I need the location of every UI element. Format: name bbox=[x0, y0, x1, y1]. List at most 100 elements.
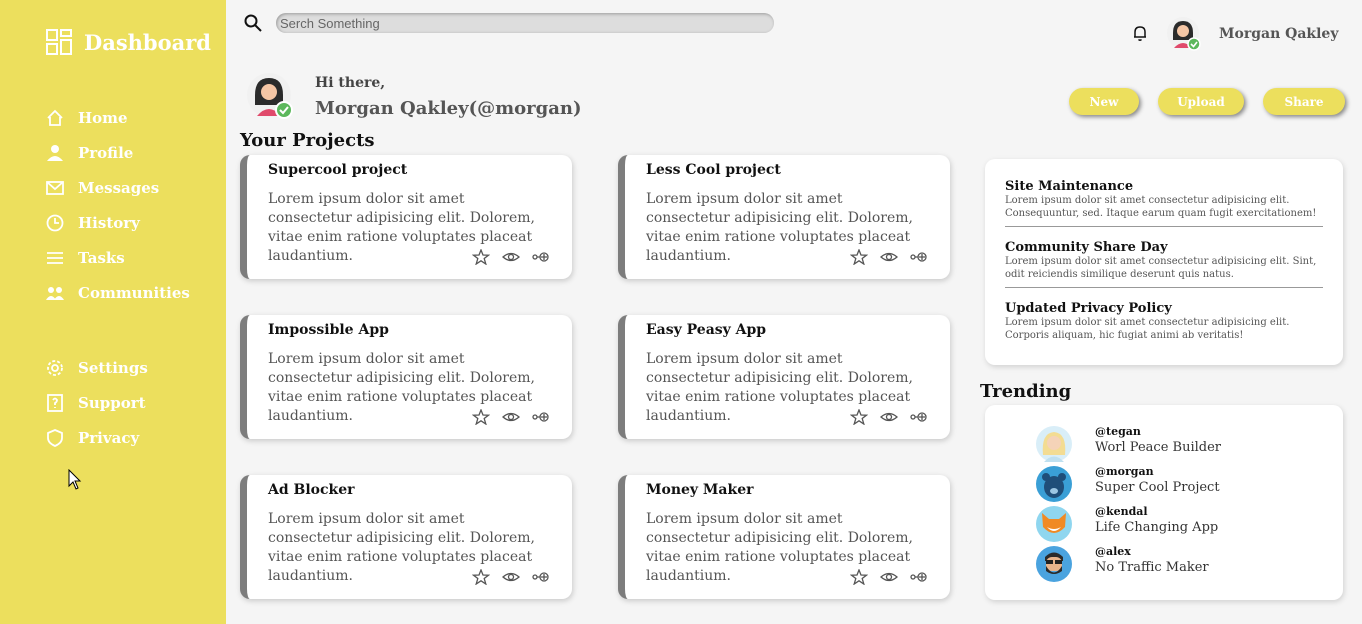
card-actions bbox=[472, 569, 550, 585]
bear-avatar bbox=[1036, 466, 1072, 502]
bell-icon[interactable] bbox=[1131, 24, 1149, 42]
search-input[interactable] bbox=[276, 13, 774, 33]
home-icon bbox=[47, 109, 63, 126]
clock-icon bbox=[46, 214, 64, 231]
trending-project: Life Changing App bbox=[1095, 520, 1219, 535]
shield-icon bbox=[47, 428, 63, 447]
star-icon[interactable] bbox=[850, 409, 868, 425]
star-icon[interactable] bbox=[850, 249, 868, 265]
project-card[interactable]: Supercool project Lorem ipsum dolor sit … bbox=[240, 155, 572, 279]
card-actions bbox=[472, 409, 550, 425]
mouse-cursor-icon bbox=[68, 469, 82, 490]
project-title: Money Maker bbox=[646, 482, 754, 498]
eye-icon[interactable] bbox=[880, 569, 898, 585]
sidebar-item-support[interactable]: Support bbox=[46, 385, 148, 420]
sidebar-item-history[interactable]: History bbox=[46, 205, 190, 240]
sidebar-item-profile[interactable]: Profile bbox=[46, 135, 190, 170]
card-actions bbox=[850, 409, 928, 425]
new-button[interactable]: New bbox=[1069, 88, 1139, 115]
trending-title: Trending bbox=[980, 381, 1072, 402]
announcement-text: Lorem ipsum dolor sit amet consectetur a… bbox=[1005, 195, 1317, 219]
star-icon[interactable] bbox=[472, 249, 490, 265]
card-actions bbox=[850, 249, 928, 265]
sidebar-item-tasks[interactable]: Tasks bbox=[46, 240, 190, 275]
star-icon[interactable] bbox=[472, 409, 490, 425]
sidebar-item-messages[interactable]: Messages bbox=[46, 170, 190, 205]
sidebar-item-communities[interactable]: Communities bbox=[46, 275, 190, 310]
trending-handle: @kendal bbox=[1095, 505, 1148, 518]
sidebar-item-label: Settings bbox=[78, 358, 148, 377]
trending-handle: @alex bbox=[1095, 545, 1131, 558]
greeting-name: Morgan Qakley(@morgan) bbox=[315, 98, 582, 119]
gear-icon bbox=[47, 359, 63, 376]
announcement-title: Community Share Day bbox=[1005, 240, 1168, 255]
sidebar-item-label: Messages bbox=[78, 178, 160, 197]
share-network-icon[interactable] bbox=[910, 249, 928, 265]
help-icon bbox=[47, 393, 63, 412]
project-card[interactable]: Ad Blocker Lorem ipsum dolor sit amet co… bbox=[240, 475, 572, 599]
sidebar-item-label: Tasks bbox=[78, 248, 125, 267]
sidebar-item-label: History bbox=[78, 213, 140, 232]
brand-title: Dashboard bbox=[84, 29, 211, 55]
trending-handle: @tegan bbox=[1095, 425, 1141, 438]
project-card[interactable]: Easy Peasy App Lorem ipsum dolor sit ame… bbox=[618, 315, 950, 439]
project-card[interactable]: Less Cool project Lorem ipsum dolor sit … bbox=[618, 155, 950, 279]
announcements-panel: Site Maintenance Lorem ipsum dolor sit a… bbox=[985, 159, 1343, 365]
eye-icon[interactable] bbox=[502, 409, 520, 425]
sidebar-item-home[interactable]: Home bbox=[46, 100, 190, 135]
sidebar: Dashboard Home Profile Messages History … bbox=[0, 0, 226, 624]
bearded-avatar bbox=[1036, 546, 1072, 582]
announcement-item[interactable]: Site Maintenance Lorem ipsum dolor sit a… bbox=[1005, 179, 1323, 227]
eye-icon[interactable] bbox=[502, 569, 520, 585]
project-title: Easy Peasy App bbox=[646, 322, 767, 338]
trending-project: Worl Peace Builder bbox=[1095, 440, 1221, 455]
eye-icon[interactable] bbox=[502, 249, 520, 265]
star-icon[interactable] bbox=[850, 569, 868, 585]
share-button[interactable]: Share bbox=[1263, 88, 1345, 115]
nav-secondary: Settings Support Privacy bbox=[46, 350, 148, 455]
profile-avatar bbox=[247, 73, 293, 119]
group-icon bbox=[46, 286, 64, 300]
user-avatar[interactable] bbox=[1166, 16, 1202, 52]
project-card[interactable]: Impossible App Lorem ipsum dolor sit ame… bbox=[240, 315, 572, 439]
trending-project: Super Cool Project bbox=[1095, 480, 1220, 495]
sidebar-item-label: Communities bbox=[78, 283, 190, 302]
card-actions bbox=[472, 249, 550, 265]
projects-title: Your Projects bbox=[240, 130, 375, 151]
dashboard-icon bbox=[46, 29, 72, 55]
upload-button[interactable]: Upload bbox=[1158, 88, 1244, 115]
sidebar-item-label: Privacy bbox=[78, 428, 140, 447]
project-title: Impossible App bbox=[268, 322, 389, 338]
announcement-text: Lorem ipsum dolor sit amet consectetur a… bbox=[1005, 317, 1290, 341]
share-network-icon[interactable] bbox=[532, 249, 550, 265]
eye-icon[interactable] bbox=[880, 249, 898, 265]
announcement-title: Updated Privacy Policy bbox=[1005, 301, 1172, 316]
announcement-item[interactable]: Updated Privacy Policy Lorem ipsum dolor… bbox=[1005, 301, 1323, 348]
project-title: Ad Blocker bbox=[268, 482, 355, 498]
star-icon[interactable] bbox=[472, 569, 490, 585]
user-icon bbox=[47, 144, 63, 161]
sidebar-item-label: Profile bbox=[78, 143, 134, 162]
sidebar-item-privacy[interactable]: Privacy bbox=[46, 420, 148, 455]
trending-project: No Traffic Maker bbox=[1095, 560, 1209, 575]
search-icon[interactable] bbox=[244, 14, 262, 32]
mail-icon bbox=[46, 180, 64, 195]
brand[interactable]: Dashboard bbox=[46, 28, 211, 56]
sidebar-item-label: Home bbox=[78, 108, 128, 127]
sidebar-item-settings[interactable]: Settings bbox=[46, 350, 148, 385]
share-network-icon[interactable] bbox=[532, 409, 550, 425]
list-icon bbox=[47, 251, 63, 264]
eye-icon[interactable] bbox=[880, 409, 898, 425]
sidebar-item-label: Support bbox=[78, 393, 146, 412]
announcement-text: Lorem ipsum dolor sit amet consectetur a… bbox=[1005, 256, 1317, 280]
header-user-name[interactable]: Morgan Qakley bbox=[1219, 26, 1338, 42]
card-actions bbox=[850, 569, 928, 585]
share-network-icon[interactable] bbox=[532, 569, 550, 585]
announcement-item[interactable]: Community Share Day Lorem ipsum dolor si… bbox=[1005, 240, 1323, 288]
share-network-icon[interactable] bbox=[910, 569, 928, 585]
trending-panel: @tegan Worl Peace Builder @morgan Super … bbox=[985, 405, 1343, 600]
announcement-title: Site Maintenance bbox=[1005, 179, 1134, 194]
project-card[interactable]: Money Maker Lorem ipsum dolor sit amet c… bbox=[618, 475, 950, 599]
project-title: Less Cool project bbox=[646, 162, 781, 178]
share-network-icon[interactable] bbox=[910, 409, 928, 425]
